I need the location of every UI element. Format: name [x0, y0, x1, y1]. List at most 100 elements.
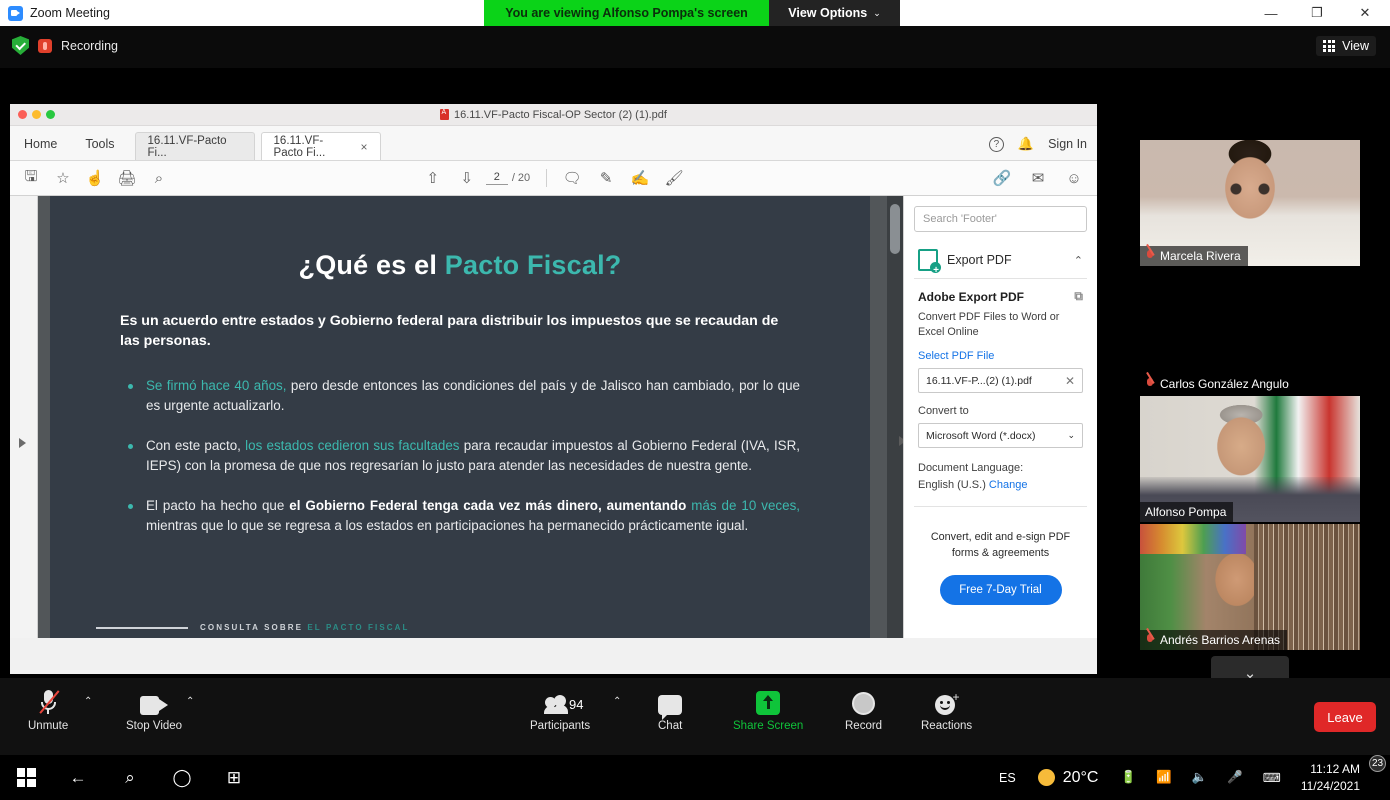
unmute-button[interactable]: Unmute: [28, 687, 68, 732]
sign-icon[interactable]: 🖌: [659, 163, 689, 193]
expand-left-panel-icon[interactable]: [19, 438, 26, 448]
scrollbar-thumb[interactable]: [890, 204, 900, 254]
battery-icon[interactable]: 🔋: [1110, 755, 1146, 800]
close-button[interactable]: ✕: [1340, 0, 1390, 26]
zoom-control-bar: Unmute ⌃ Stop Video ⌃ 94 Participants ⌃ …: [0, 678, 1390, 755]
view-options-button[interactable]: View Options ⌄: [769, 0, 900, 26]
task-view-icon[interactable]: ⊞: [208, 755, 260, 800]
pdf-tab-2[interactable]: 16.11.VF-Pacto Fi... ×: [260, 132, 381, 160]
free-trial-button[interactable]: Free 7-Day Trial: [939, 575, 1062, 606]
view-layout-button[interactable]: View: [1316, 36, 1376, 56]
language-indicator[interactable]: ES: [989, 755, 1026, 800]
chevron-up-icon[interactable]: ⌃: [1074, 254, 1083, 267]
page-number-input[interactable]: 2: [485, 171, 508, 185]
start-button[interactable]: [0, 755, 52, 800]
toolbar-divider: [546, 169, 548, 187]
select-pdf-file-link[interactable]: Select PDF File: [918, 350, 1083, 362]
share-screen-button[interactable]: Share Screen: [733, 687, 803, 732]
zoom-title-bar: Zoom Meeting You are viewing Alfonso Pom…: [0, 0, 1390, 26]
export-pdf-header[interactable]: Export PDF ⌃: [914, 242, 1087, 279]
close-icon[interactable]: ×: [361, 140, 368, 154]
convert-to-select[interactable]: Microsoft Word (*.docx) ⌄: [918, 423, 1083, 449]
slide-title: ¿Qué es el Pacto Fiscal?: [102, 250, 818, 281]
copy-icon[interactable]: ⧉: [1074, 289, 1083, 304]
audio-options-chevron-icon[interactable]: ⌃: [84, 696, 92, 707]
highlight-icon[interactable]: ✎: [591, 163, 621, 193]
muted-mic-icon: [1145, 249, 1154, 263]
document-scrollbar[interactable]: [887, 196, 903, 638]
screen-root: Zoom Meeting You are viewing Alfonso Pom…: [0, 0, 1390, 800]
selected-file-chip[interactable]: 16.11.VF-P...(2) (1).pdf ✕: [918, 368, 1083, 394]
reactions-button[interactable]: + Reactions: [921, 687, 972, 732]
pdf-left-rail[interactable]: [10, 196, 38, 638]
help-icon[interactable]: ?: [988, 136, 1004, 152]
page-up-icon[interactable]: ⇧: [418, 163, 448, 193]
minimize-button[interactable]: —: [1248, 0, 1294, 26]
muted-mic-icon: [1145, 377, 1154, 391]
keyboard-icon[interactable]: ⌨: [1253, 755, 1291, 800]
back-button[interactable]: ←: [52, 755, 104, 800]
participant-tile-andres-barrios-arenas[interactable]: Andrés Barrios Arenas: [1140, 524, 1360, 650]
participants-label: Participants: [530, 720, 591, 732]
user-add-icon[interactable]: ☺: [1059, 163, 1089, 193]
bullet-dot-icon: [128, 383, 133, 389]
slide-bullet-list: Se firmó hace 40 años, pero desde entonc…: [128, 376, 800, 537]
participant-nametag: Andrés Barrios Arenas: [1140, 630, 1288, 650]
export-tools-panel: Search 'Footer' Export PDF ⌃ Adobe Expor…: [903, 196, 1097, 638]
pdf-tab-1[interactable]: 16.11.VF-Pacto Fi...: [134, 132, 255, 160]
pdf-document-area[interactable]: ¿Qué es el Pacto Fiscal? Es un acuerdo e…: [38, 196, 903, 638]
participants-count: 94: [569, 697, 584, 712]
list-item: El pacto ha hecho que el Gobierno Federa…: [128, 496, 800, 536]
comment-icon[interactable]: 🗨: [557, 163, 587, 193]
stop-video-button[interactable]: Stop Video: [126, 687, 182, 732]
recording-indicator[interactable]: Recording: [12, 36, 118, 55]
sun-icon: [1037, 769, 1055, 786]
collapse-panel-icon[interactable]: [899, 436, 903, 446]
shield-icon: [12, 36, 29, 55]
list-item: Con este pacto, los estados cedieron sus…: [128, 436, 800, 476]
bullet-text-1: Se firmó hace 40 años, pero desde entonc…: [146, 376, 800, 416]
participant-tile-carlos-gonzalez-angulo[interactable]: Carlos González Angulo: [1140, 268, 1360, 394]
video-options-chevron-icon[interactable]: ⌃: [186, 696, 194, 707]
volume-icon[interactable]: 🔈: [1182, 755, 1218, 800]
bullet-3-pre: El pacto ha hecho que: [146, 498, 290, 514]
mail-icon[interactable]: ✉: [1023, 163, 1053, 193]
participant-tile-alfonso-pompa[interactable]: Alfonso Pompa: [1140, 396, 1360, 522]
record-stop-icon[interactable]: [38, 38, 52, 53]
weather-widget[interactable]: 20°C: [1026, 769, 1111, 787]
search-placeholder: Search 'Footer': [923, 213, 997, 225]
bullet-3-rest: mientras que lo que se regresa a los est…: [146, 518, 749, 534]
participants-chevron-icon[interactable]: ⌃: [613, 696, 621, 707]
chat-button[interactable]: Chat: [658, 687, 682, 732]
change-language-link[interactable]: Change: [989, 479, 1028, 491]
search-icon[interactable]: ⌕: [104, 755, 156, 800]
temperature-label: 20°C: [1062, 768, 1099, 786]
sign-in-link[interactable]: Sign In: [1048, 137, 1087, 151]
clock[interactable]: 11:12 AM 11/24/2021: [1291, 761, 1370, 793]
wifi-icon[interactable]: 📶: [1146, 755, 1182, 800]
menu-item-home[interactable]: Home: [10, 137, 71, 160]
bell-icon[interactable]: 🔔: [1018, 136, 1034, 152]
recording-label: Recording: [61, 38, 118, 53]
microphone-icon[interactable]: 🎤: [1217, 755, 1253, 800]
participants-button[interactable]: 94 Participants: [530, 687, 590, 732]
draw-icon[interactable]: ✍: [625, 163, 655, 193]
page-down-icon[interactable]: ⇩: [452, 163, 482, 193]
participant-name: Marcela Rivera: [1160, 249, 1241, 263]
maximize-button[interactable]: ❐: [1294, 0, 1340, 26]
view-options-label: View Options: [788, 6, 868, 20]
page-total-label: / 20: [511, 172, 531, 184]
share-link-icon[interactable]: 🔗: [987, 163, 1017, 193]
menu-item-tools[interactable]: Tools: [71, 137, 128, 160]
cortana-icon[interactable]: ◯: [156, 755, 208, 800]
participant-tile-marcela-rivera[interactable]: Marcela Rivera: [1140, 140, 1360, 266]
pdf-document-title: 16.11.VF-Pacto Fiscal-OP Sector (2) (1).…: [10, 109, 1097, 121]
chat-label: Chat: [658, 720, 683, 732]
participant-nametag: Alfonso Pompa: [1140, 502, 1234, 522]
record-button[interactable]: Record: [845, 687, 882, 732]
leave-button[interactable]: Leave: [1314, 702, 1376, 732]
reactions-icon: +: [934, 687, 960, 715]
slide-title-accent: Pacto Fiscal?: [444, 250, 622, 280]
clear-file-icon[interactable]: ✕: [1065, 374, 1075, 388]
search-input[interactable]: Search 'Footer': [914, 206, 1087, 232]
